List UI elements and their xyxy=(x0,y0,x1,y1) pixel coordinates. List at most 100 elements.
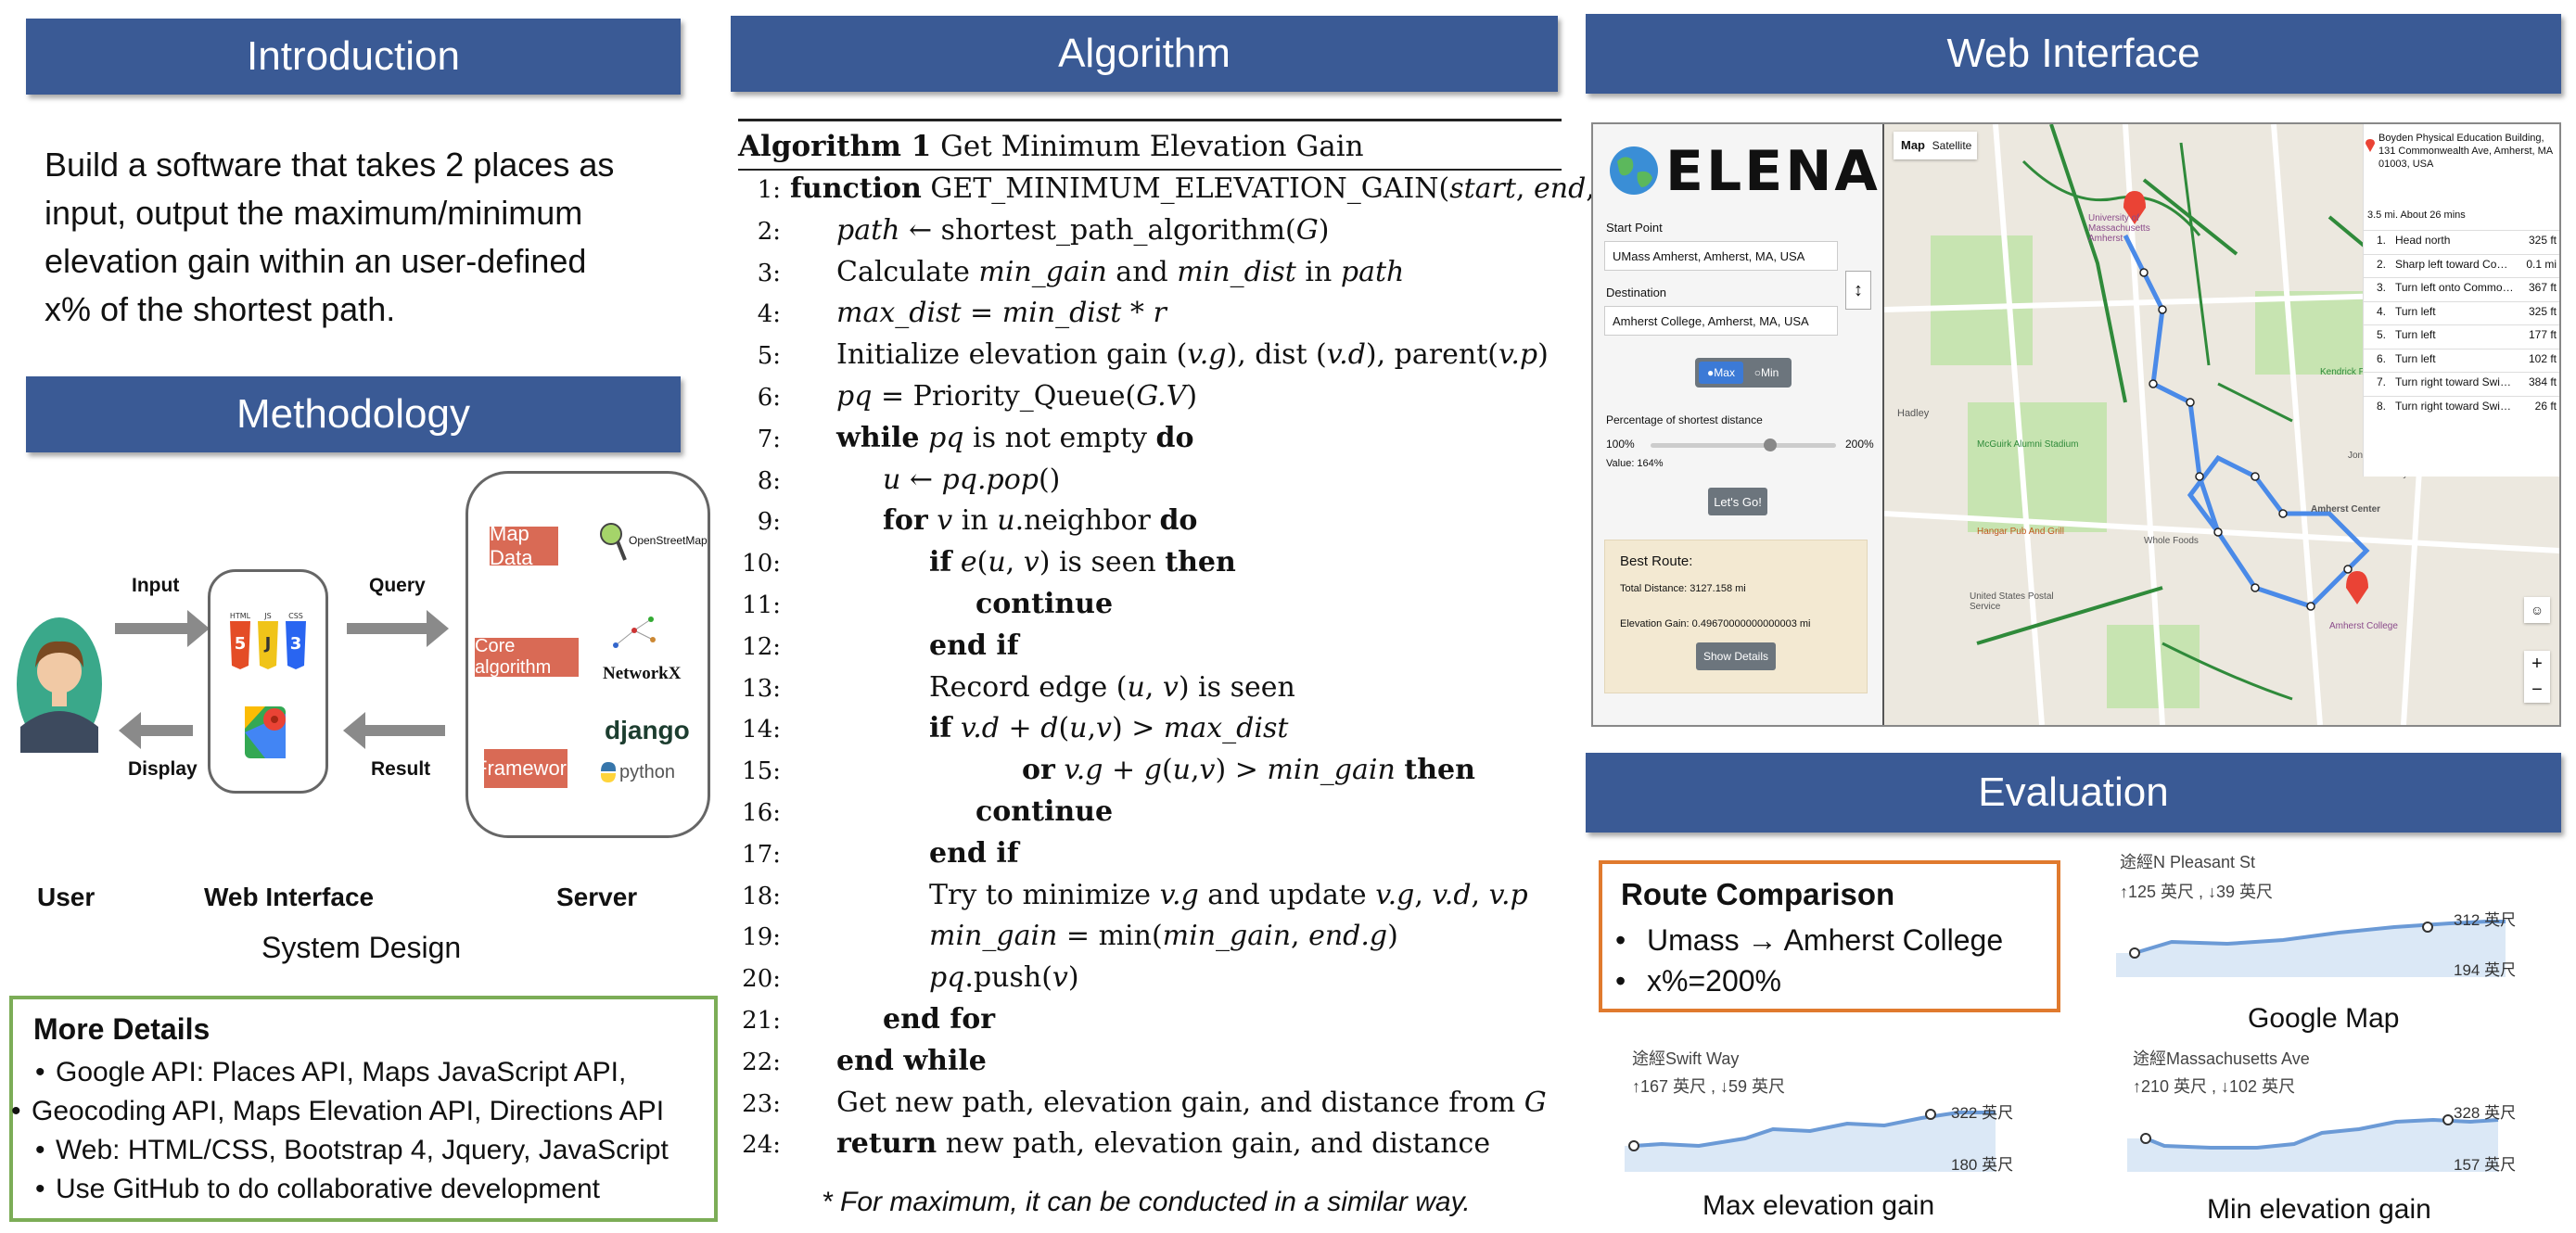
svg-text:5: 5 xyxy=(235,634,247,654)
algorithm-line-text: u ← pq.pop() xyxy=(883,463,1061,496)
elevation-gain: Elevation Gain: 0.49670000000000003 mi xyxy=(1620,618,1811,629)
algorithm-line-text: Try to minimize v.g and update v.g, v.d,… xyxy=(929,878,1528,911)
satellite-tab[interactable]: Satellite xyxy=(1929,132,1975,159)
lets-go-button[interactable]: Let's Go! xyxy=(1708,488,1767,515)
directions-summary: 3.5 mi. About 26 mins xyxy=(2367,210,2466,221)
google-route-via: 途經N Pleasant St xyxy=(2120,853,2256,871)
algorithm-line-number: 18: xyxy=(742,882,781,910)
map-label: University of Massachusetts Amherst xyxy=(2088,213,2150,244)
direction-step[interactable]: 2. Sharp left toward Commonwealth Ave 0.1 … xyxy=(2364,253,2559,279)
algorithm-line-number: 14: xyxy=(742,716,781,744)
pegman-icon[interactable]: ☺ xyxy=(2524,597,2550,623)
algorithm-line-text: path ← shortest_path_algorithm(G) xyxy=(836,213,1330,247)
globe-icon xyxy=(1610,146,1658,195)
direction-step-text: Head north xyxy=(2395,234,2451,247)
svg-text:J: J xyxy=(263,634,272,654)
best-route-title: Best Route: xyxy=(1620,553,1693,569)
min-elevation-label: Min elevation gain xyxy=(2207,1194,2431,1225)
more-details-box: More Details Google API: Places API, Map… xyxy=(9,996,718,1222)
slider-handle[interactable] xyxy=(1764,439,1777,451)
destination-input[interactable]: Amherst College, Amherst, MA, USA xyxy=(1604,306,1838,336)
max-min-toggle: ● Max ○ Min xyxy=(1695,358,1792,388)
direction-step-number: 2. xyxy=(2377,257,2387,271)
direction-step[interactable]: 4. Turn left 325 ft xyxy=(2364,300,2559,326)
algorithm-line-text: Get new path, elevation gain, and distan… xyxy=(836,1086,1547,1119)
percentage-slider[interactable] xyxy=(1651,439,1836,451)
display-arrow xyxy=(119,712,193,749)
max-radio[interactable]: ● Max xyxy=(1699,362,1743,384)
intro-line: Build a software that takes 2 places as xyxy=(45,146,615,184)
direction-step[interactable]: 8. Turn right toward Swift Way 26 ft xyxy=(2364,395,2559,421)
algorithm-caption: Algorithm 1 Get Minimum Elevation Gain xyxy=(738,130,1364,163)
google-map-label: Google Map xyxy=(2248,1003,2400,1034)
zoom-in-button[interactable]: + xyxy=(2524,651,2550,677)
direction-step-distance: 26 ft xyxy=(2534,399,2557,413)
route-comparison-box: Route Comparison Umass → Amherst College… xyxy=(1599,860,2060,1012)
algorithm-line-number: 5: xyxy=(757,342,781,371)
algorithm-line-number: 1: xyxy=(757,176,781,204)
destination-label: Destination xyxy=(1606,286,1667,299)
algorithm-line-number: 13: xyxy=(742,674,781,703)
swap-icon[interactable]: ↕ xyxy=(1845,271,1871,310)
elena-logo: ELENA xyxy=(1665,139,1881,204)
min-radio[interactable]: ○ Min xyxy=(1745,362,1788,384)
input-label: Input xyxy=(132,575,180,596)
map-tab[interactable]: Map xyxy=(1901,138,1925,152)
svg-text:CSS: CSS xyxy=(288,612,303,620)
query-label: Query xyxy=(369,575,426,596)
algorithm-note: * For maximum, it can be conducted in a … xyxy=(822,1187,1471,1217)
direction-step[interactable]: 3. Turn left onto Commonwealth Ave 367 ft xyxy=(2364,277,2559,302)
web-interface-screenshot: ELENA Start Point UMass Amherst, Amherst… xyxy=(1591,122,2561,727)
show-details-button[interactable]: Show Details xyxy=(1696,642,1776,670)
python-icon xyxy=(601,762,616,782)
algorithm-line-number: 9: xyxy=(757,508,781,537)
percentage-min: 100% xyxy=(1606,438,1635,451)
direction-step[interactable]: 5. Turn left 177 ft xyxy=(2364,324,2559,350)
algorithm-line-text: if v.d + d(u,v) > max_dist xyxy=(929,712,1289,745)
map-view[interactable]: Map Satellite Hadley Amherst Center Amhe… xyxy=(1884,124,2559,725)
algorithm-line-number: 22: xyxy=(742,1048,781,1076)
total-distance: Total Distance: 3127.158 mi xyxy=(1620,583,1746,594)
algorithm-line-number: 8: xyxy=(757,466,781,495)
algorithm-line-text: Initialize elevation gain (v.g), dist (v… xyxy=(836,338,1549,372)
direction-step-text: Turn right toward Swift Way xyxy=(2395,399,2514,413)
map-label: Amherst Center xyxy=(2311,504,2381,515)
map-label: Hangar Pub And Grill xyxy=(1977,527,2064,537)
max-elev-top: 322 英尺 xyxy=(1951,1104,2014,1122)
map-type-control: Map Satellite xyxy=(1894,132,1977,159)
max-elev-bottom: 180 英尺 xyxy=(1951,1156,2014,1174)
more-details-title: More Details xyxy=(33,1012,210,1046)
direction-step[interactable]: 7. Turn right toward Swift Way 384 ft xyxy=(2364,372,2559,397)
query-arrow xyxy=(347,610,449,647)
svg-text:3: 3 xyxy=(290,634,302,654)
direction-step[interactable]: 1. Head north 325 ft xyxy=(2364,230,2559,255)
algorithm-line-number: 19: xyxy=(742,923,781,952)
core-algorithm-box: Core algorithm xyxy=(475,636,579,678)
algorithm-line-text: max_dist = min_dist * r xyxy=(836,297,1167,330)
direction-step-distance: 384 ft xyxy=(2528,375,2557,388)
algorithm-line-text: end if xyxy=(929,836,1019,870)
algorithm-line-text: Calculate min_gain and min_dist in path xyxy=(836,255,1405,288)
start-point-input[interactable]: UMass Amherst, Amherst, MA, USA xyxy=(1604,241,1838,271)
algorithm-line-number: 16: xyxy=(742,799,781,827)
system-design-caption: System Design xyxy=(261,931,462,964)
direction-step[interactable]: 6. Turn left 102 ft xyxy=(2364,348,2559,374)
percentage-max: 200% xyxy=(1845,438,1874,451)
best-route-card: Best Route: Total Distance: 3127.158 mi … xyxy=(1604,540,1868,693)
route-comparison-title: Route Comparison xyxy=(1621,877,1895,911)
direction-step-text: Turn right toward Swift Way xyxy=(2395,375,2514,388)
algorithm-line-number: 3: xyxy=(757,259,781,287)
zoom-out-button[interactable]: − xyxy=(2524,677,2550,703)
direction-step-distance: 367 ft xyxy=(2528,281,2557,294)
framework-box: Framework xyxy=(475,749,577,788)
algorithm-line-text: pq.push(v) xyxy=(929,961,1079,995)
direction-step-distance: 325 ft xyxy=(2528,234,2557,247)
details-item: Use GitHub to do collaborative developme… xyxy=(35,1170,669,1209)
direction-step-number: 8. xyxy=(2377,399,2387,413)
introduction-header: Introduction xyxy=(26,19,681,95)
map-label: Whole Foods xyxy=(2144,536,2199,546)
google-elev-bottom: 194 英尺 xyxy=(2454,961,2517,979)
openstreetmap-icon xyxy=(600,523,627,561)
svg-text:HTML: HTML xyxy=(230,612,251,620)
algorithm-number: Algorithm 1 xyxy=(738,130,932,163)
